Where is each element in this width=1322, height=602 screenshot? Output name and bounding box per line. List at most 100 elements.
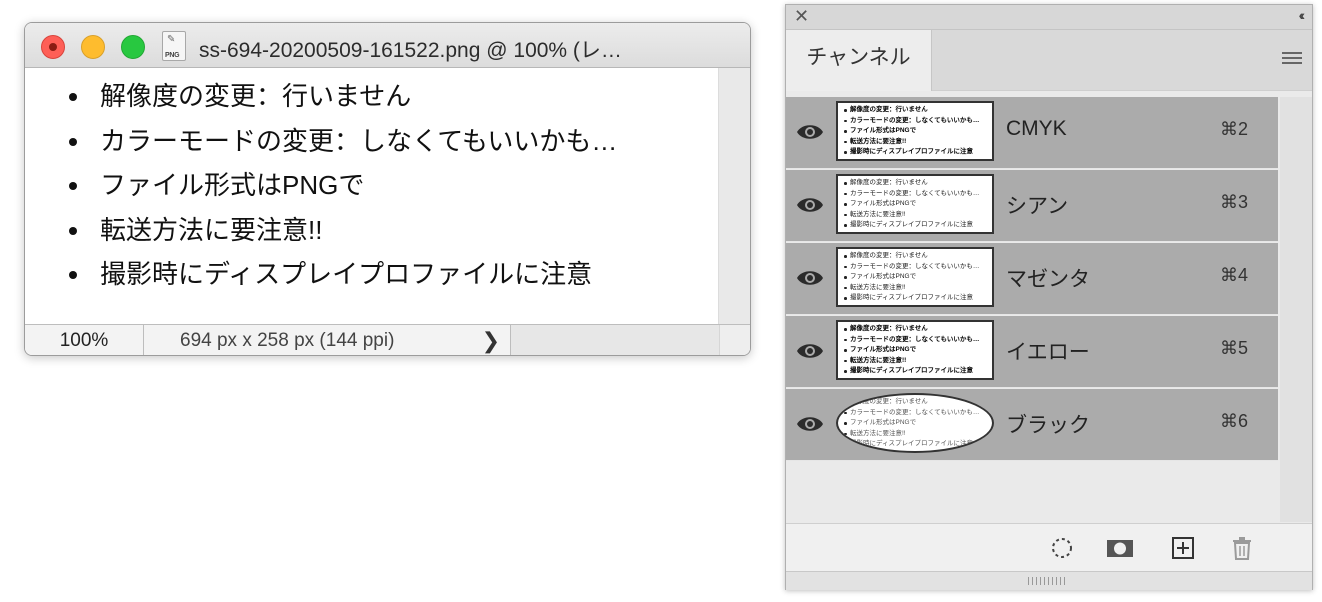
channel-shortcut: ⌘2	[1219, 119, 1248, 139]
tab-channels[interactable]: チャンネル	[786, 30, 932, 91]
grip-lines-icon	[1028, 577, 1068, 585]
collapse-panel-icon[interactable]: ‹‹	[1299, 7, 1306, 23]
list-item: 撮影時にディスプレイプロファイルに注意	[65, 258, 617, 303]
thumbnail-line: 転送方法に要注意!!	[844, 137, 979, 148]
document-info[interactable]: 694 px x 258 px (144 ppi) ❯	[144, 325, 511, 355]
file-glyph-icon: ✎	[167, 34, 176, 45]
panel-resize-grip[interactable]	[786, 571, 1312, 590]
bullet-list: 解像度の変更：行いません カラーモードの変更：しなくてもいいかも… ファイル形式…	[65, 80, 617, 303]
thumbnail-line: 転送方法に要注意!!	[844, 356, 979, 367]
list-item-text: 転送方法に要注意!!	[100, 214, 323, 245]
close-window-button[interactable]	[41, 35, 65, 59]
bullet-icon	[69, 226, 77, 235]
minimize-window-button[interactable]	[81, 35, 105, 59]
channel-name: マゼンタ	[1006, 268, 1090, 291]
zoom-window-button[interactable]	[121, 35, 145, 59]
thumbnail-line: カラーモードの変更：しなくてもいいかも…	[844, 262, 979, 273]
channel-thumbnail: 解像度の変更：行いません カラーモードの変更：しなくてもいいかも… ファイル形式…	[836, 320, 994, 380]
panel-header[interactable]: ✕ ‹‹	[786, 5, 1312, 30]
scroll-corner	[719, 325, 750, 355]
bullet-icon	[69, 271, 77, 279]
zoom-level-field[interactable]: 100%	[25, 325, 144, 355]
channel-name: シアン	[1006, 195, 1069, 218]
thumbnail-line: 解像度の変更：行いません	[844, 251, 979, 262]
channel-name: ブラック	[1006, 414, 1090, 437]
close-dot-icon	[49, 43, 57, 51]
close-panel-icon[interactable]: ✕	[794, 6, 809, 27]
thumbnail-line: 解像度の変更：行いません	[844, 324, 979, 335]
thumbnail-line: ファイル形式はPNGで	[844, 126, 979, 137]
channel-row-magenta[interactable]: 解像度の変更：行いません カラーモードの変更：しなくてもいいかも… ファイル形式…	[786, 243, 1278, 315]
thumbnail-line: 撮影時にディスプレイプロファイルに注意	[844, 366, 979, 377]
eye-icon[interactable]	[796, 340, 824, 362]
thumbnail-line: 解像度の変更：行いません	[844, 105, 979, 116]
list-item-text: 撮影時にディスプレイプロファイルに注意	[100, 259, 593, 289]
thumbnail-line: カラーモードの変更：しなくてもいいかも…	[844, 116, 979, 127]
horizontal-scrollbar[interactable]	[511, 325, 719, 355]
list-item: ファイル形式はPNGで	[65, 169, 617, 214]
channel-thumbnail: 解像度の変更：行いません カラーモードの変更：しなくてもいいかも… ファイル形式…	[836, 393, 994, 453]
save-selection-mask-icon[interactable]	[1106, 536, 1134, 560]
eye-icon[interactable]	[796, 267, 824, 289]
thumbnail-line: 解像度の変更：行いません	[844, 178, 979, 189]
thumbnail-line: 転送方法に要注意!!	[844, 283, 979, 294]
thumbnail-line: カラーモードの変更：しなくてもいいかも…	[844, 408, 979, 419]
list-item: 解像度の変更：行いません	[65, 80, 617, 125]
panel-footer	[786, 523, 1312, 572]
channel-shortcut: ⌘5	[1219, 338, 1248, 358]
trash-icon[interactable]	[1230, 536, 1254, 560]
channel-row-black[interactable]: 解像度の変更：行いません カラーモードの変更：しなくてもいいかも… ファイル形式…	[786, 389, 1278, 461]
channel-row-yellow[interactable]: 解像度の変更：行いません カラーモードの変更：しなくてもいいかも… ファイル形式…	[786, 316, 1278, 388]
thumbnail-line: 撮影時にディスプレイプロファイルに注意	[844, 439, 979, 450]
panel-tab-strip: チャンネル	[786, 30, 1312, 91]
thumbnail-line: 転送方法に要注意!!	[844, 429, 979, 440]
channel-thumbnail: 解像度の変更：行いません カラーモードの変更：しなくてもいいかも… ファイル形式…	[836, 247, 994, 307]
channel-name: イエロー	[1006, 341, 1090, 364]
thumbnail-line: 解像度の変更：行いません	[844, 397, 979, 408]
channel-row-cyan[interactable]: 解像度の変更：行いません カラーモードの変更：しなくてもいいかも… ファイル形式…	[786, 170, 1278, 242]
eye-icon[interactable]	[796, 121, 824, 143]
thumbnail-line: 撮影時にディスプレイプロファイルに注意	[844, 147, 979, 158]
png-file-icon[interactable]: ✎ PNG	[162, 31, 186, 61]
bullet-icon	[69, 137, 77, 146]
channel-list-scrollbar[interactable]	[1280, 97, 1312, 522]
document-canvas[interactable]: 解像度の変更：行いません カラーモードの変更：しなくてもいいかも… ファイル形式…	[25, 68, 718, 324]
document-window: ✎ PNG ss-694-20200509-161522.png @ 100% …	[24, 22, 751, 356]
thumbnail-line: 転送方法に要注意!!	[844, 210, 979, 221]
document-dimensions: 694 px x 258 px (144 ppi)	[180, 330, 395, 351]
thumbnail-line: ファイル形式はPNGで	[844, 272, 979, 283]
file-type-label: PNG	[165, 52, 180, 59]
list-item: カラーモードの変更：しなくてもいいかも…	[65, 125, 617, 170]
status-bar: 100% 694 px x 258 px (144 ppi) ❯	[25, 324, 750, 355]
channel-thumbnail: 解像度の変更：行いません カラーモードの変更：しなくてもいいかも… ファイル形式…	[836, 174, 994, 234]
list-item-text: カラーモードの変更：しなくてもいいかも…	[100, 125, 618, 156]
thumbnail-line: カラーモードの変更：しなくてもいいかも…	[844, 189, 979, 200]
channels-panel: ✕ ‹‹ チャンネル 解像度の変更：行いません カラーモードの変更：しなくてもい…	[785, 4, 1313, 590]
list-item-text: 解像度の変更：行いません	[100, 81, 412, 111]
channel-row-cmyk[interactable]: 解像度の変更：行いません カラーモードの変更：しなくてもいいかも… ファイル形式…	[786, 97, 1278, 169]
eye-icon[interactable]	[796, 413, 824, 435]
bullet-icon	[69, 182, 77, 190]
thumbnail-line: 撮影時にディスプレイプロファイルに注意	[844, 293, 979, 304]
list-item: 転送方法に要注意!!	[65, 214, 617, 259]
thumbnail-line: ファイル形式はPNGで	[844, 199, 979, 210]
vertical-scrollbar[interactable]	[718, 68, 750, 324]
channel-shortcut: ⌘6	[1219, 411, 1248, 431]
eye-icon[interactable]	[796, 194, 824, 216]
thumbnail-line: ファイル形式はPNGで	[844, 418, 979, 429]
new-channel-icon[interactable]	[1171, 536, 1195, 560]
chevron-right-icon[interactable]: ❯	[482, 325, 500, 355]
thumbnail-line: 撮影時にディスプレイプロファイルに注意	[844, 220, 979, 231]
channel-shortcut: ⌘3	[1219, 192, 1248, 212]
channel-thumbnail: 解像度の変更：行いません カラーモードの変更：しなくてもいいかも… ファイル形式…	[836, 101, 994, 161]
thumbnail-line: カラーモードの変更：しなくてもいいかも…	[844, 335, 979, 346]
channel-name: CMYK	[1006, 117, 1067, 140]
load-selection-icon[interactable]	[1050, 536, 1074, 560]
thumbnail-line: ファイル形式はPNGで	[844, 345, 979, 356]
panel-menu-icon[interactable]	[1282, 52, 1302, 66]
bullet-icon	[69, 93, 77, 101]
channel-shortcut: ⌘4	[1219, 265, 1248, 285]
list-item-text: ファイル形式はPNGで	[100, 170, 365, 200]
document-title: ss-694-20200509-161522.png @ 100% (レ…	[199, 39, 622, 62]
title-bar[interactable]: ✎ PNG ss-694-20200509-161522.png @ 100% …	[25, 23, 750, 68]
